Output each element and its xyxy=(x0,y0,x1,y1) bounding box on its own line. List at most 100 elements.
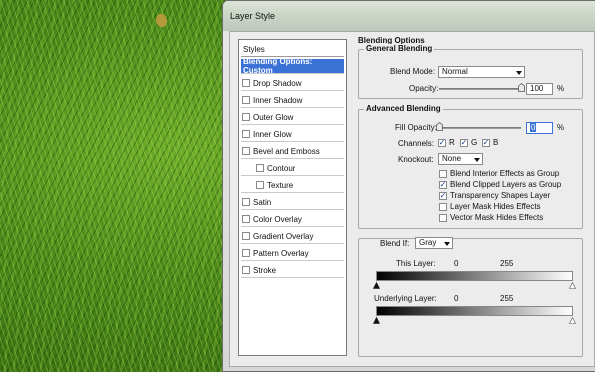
style-item-checkbox[interactable] xyxy=(256,181,264,189)
style-item-label: Bevel and Emboss xyxy=(253,146,320,156)
check-icon: ✓ xyxy=(439,179,447,189)
style-item-label: Drop Shadow xyxy=(253,78,302,88)
channels-label: Channels: xyxy=(398,139,435,148)
this-layer-black-thumb[interactable] xyxy=(373,281,380,289)
title-bar[interactable] xyxy=(223,1,595,31)
chevron-down-icon xyxy=(516,71,522,75)
advanced-option-checkbox[interactable]: ✓ xyxy=(439,179,447,189)
style-item[interactable]: Outer Glow xyxy=(241,110,344,125)
advanced-option-label: Vector Mask Hides Effects xyxy=(450,213,544,222)
advanced-option-label: Layer Mask Hides Effects xyxy=(450,202,541,211)
opacity-slider-track[interactable] xyxy=(439,88,521,90)
channel-checkbox[interactable]: ✓ xyxy=(438,137,446,147)
fill-opacity-input[interactable]: 0 xyxy=(526,122,553,134)
knockout-select[interactable]: None xyxy=(438,153,483,165)
style-item[interactable]: Stroke xyxy=(241,263,344,278)
chevron-down-icon xyxy=(444,242,450,246)
advanced-option-checkbox[interactable] xyxy=(439,213,447,222)
blend-if-label: Blend If: xyxy=(380,239,410,248)
opacity-label: Opacity: xyxy=(409,84,439,93)
this-layer-white-thumb[interactable] xyxy=(569,281,576,289)
advanced-option[interactable]: ✓ Transparency Shapes Layer xyxy=(439,191,550,200)
blend-mode-value: Normal xyxy=(442,67,468,76)
fill-opacity-slider-thumb[interactable] xyxy=(436,122,443,131)
styles-list: Styles Blending Options: Custom Drop Shad… xyxy=(238,39,347,356)
advanced-option[interactable]: Vector Mask Hides Effects xyxy=(439,213,543,222)
style-item-checkbox[interactable] xyxy=(242,198,250,206)
style-item-label: Gradient Overlay xyxy=(253,231,314,241)
styles-header[interactable]: Styles xyxy=(241,42,344,57)
fill-opacity-unit: % xyxy=(557,123,565,132)
style-item-checkbox[interactable] xyxy=(242,96,250,104)
style-item[interactable]: Pattern Overlay xyxy=(241,246,344,261)
fill-opacity-value: 0 xyxy=(530,123,537,132)
style-item[interactable]: Contour xyxy=(241,161,344,176)
channel-label: B xyxy=(493,138,499,147)
blend-mode-select[interactable]: Normal xyxy=(438,66,525,78)
style-item[interactable]: Texture xyxy=(241,178,344,193)
advanced-blending-title: Advanced Blending xyxy=(364,104,443,113)
style-item-checkbox[interactable] xyxy=(242,113,250,121)
advanced-option-checkbox[interactable] xyxy=(439,202,447,211)
check-icon: ✓ xyxy=(439,190,447,200)
style-item-label: Outer Glow xyxy=(253,112,294,122)
this-layer-label: This Layer: xyxy=(396,259,436,268)
opacity-slider-thumb[interactable] xyxy=(518,83,525,92)
style-item[interactable]: Bevel and Emboss xyxy=(241,144,344,159)
channel-checkbox[interactable]: ✓ xyxy=(460,137,468,147)
style-item-label: Satin xyxy=(253,197,272,207)
this-layer-max: 255 xyxy=(500,259,514,268)
style-item[interactable]: Inner Shadow xyxy=(241,93,344,108)
style-item-checkbox[interactable] xyxy=(242,215,250,223)
advanced-option-checkbox[interactable] xyxy=(439,169,447,178)
advanced-option[interactable]: Layer Mask Hides Effects xyxy=(439,202,541,211)
style-item[interactable]: Satin xyxy=(241,195,344,210)
advanced-option-label: Blend Interior Effects as Group xyxy=(450,169,560,178)
blend-if-select[interactable]: Gray xyxy=(415,237,453,249)
check-icon: ✓ xyxy=(460,137,468,147)
advanced-option[interactable]: Blend Interior Effects as Group xyxy=(439,169,559,178)
style-item[interactable]: Blending Options: Custom xyxy=(241,57,344,75)
style-item-checkbox[interactable] xyxy=(242,147,250,155)
advanced-option-label: Blend Clipped Layers as Group xyxy=(450,180,562,189)
underlying-layer-max: 255 xyxy=(500,294,514,303)
this-layer-gradient xyxy=(376,271,573,281)
style-item-label: Contour xyxy=(267,163,296,173)
style-item[interactable]: Inner Glow xyxy=(241,127,344,142)
advanced-option-checkbox[interactable]: ✓ xyxy=(439,190,447,200)
styles-header-label: Styles xyxy=(243,44,265,54)
style-item-checkbox[interactable] xyxy=(242,130,250,138)
style-item-label: Texture xyxy=(267,180,294,190)
advanced-option[interactable]: ✓ Blend Clipped Layers as Group xyxy=(439,180,561,189)
underlying-layer-black-thumb[interactable] xyxy=(373,316,380,324)
channel-checkbox-row[interactable]: ✓ G xyxy=(460,138,477,147)
style-item-label: Stroke xyxy=(253,265,277,275)
blend-mode-label: Blend Mode: xyxy=(390,67,435,76)
style-item[interactable]: Drop Shadow xyxy=(241,76,344,91)
opacity-unit: % xyxy=(557,84,565,93)
fill-opacity-slider-track[interactable] xyxy=(439,127,521,129)
dialog-body: Styles Blending Options: Custom Drop Shad… xyxy=(229,31,595,367)
check-icon: ✓ xyxy=(438,137,446,147)
underlying-layer-white-thumb[interactable] xyxy=(569,316,576,324)
channel-checkbox[interactable]: ✓ xyxy=(482,138,490,147)
style-item-label: Blending Options: Custom xyxy=(243,57,313,75)
style-item[interactable]: Gradient Overlay xyxy=(241,229,344,244)
style-item-label: Inner Glow xyxy=(253,129,292,139)
channel-checkbox-row[interactable]: ✓ R xyxy=(438,138,455,147)
layer-style-dialog: Layer Style Styles Blending Options: Cus… xyxy=(222,0,595,372)
underlying-layer-label: Underlying Layer: xyxy=(374,294,437,303)
style-item-checkbox[interactable] xyxy=(242,266,250,274)
style-item[interactable]: Color Overlay xyxy=(241,212,344,227)
style-item-checkbox[interactable] xyxy=(242,79,250,87)
channel-label: G xyxy=(471,138,478,147)
opacity-input[interactable]: 100 xyxy=(526,83,553,95)
blend-if-value: Gray xyxy=(419,238,437,247)
style-item-label: Pattern Overlay xyxy=(253,248,309,258)
channel-checkbox-row[interactable]: ✓ B xyxy=(482,138,498,147)
knockout-label: Knockout: xyxy=(398,155,434,164)
style-item-checkbox[interactable] xyxy=(242,249,250,257)
style-item-checkbox[interactable] xyxy=(256,164,264,172)
style-item-checkbox[interactable] xyxy=(242,232,250,240)
channel-label: R xyxy=(449,138,455,147)
